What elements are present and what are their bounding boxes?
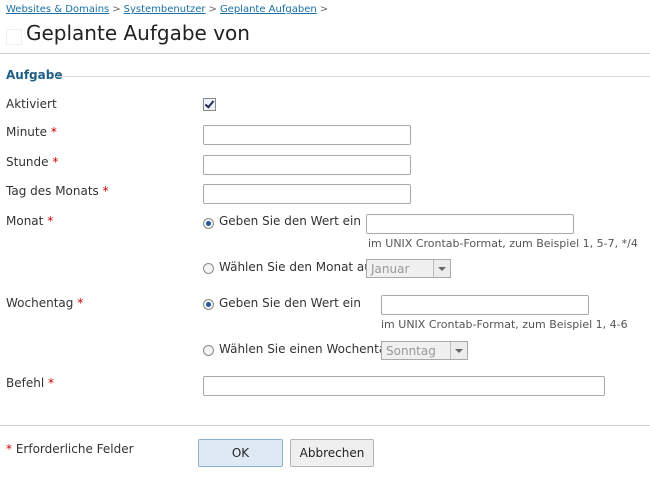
wochentag-hint: im UNIX Crontab-Format, zum Beispiel 1, … xyxy=(381,318,628,331)
required-asterisk: * xyxy=(48,376,54,390)
breadcrumb-separator: > xyxy=(112,4,121,15)
tag-des-monats-input[interactable] xyxy=(203,184,411,204)
aktiviert-label: Aktiviert xyxy=(6,97,57,111)
required-fields-note: * Erforderliche Felder xyxy=(6,442,134,456)
breadcrumb-link-systembenutzer[interactable]: Systembenutzer xyxy=(124,4,206,15)
divider xyxy=(0,53,650,54)
required-asterisk: * xyxy=(102,184,109,198)
chevron-down-icon xyxy=(450,342,467,359)
breadcrumb-link-websites-domains[interactable]: Websites & Domains xyxy=(6,4,109,15)
breadcrumb-link-geplante-aufgaben[interactable]: Geplante Aufgaben xyxy=(220,4,317,15)
wochentag-select-value: Sonntag xyxy=(386,344,436,358)
aktiviert-checkbox[interactable] xyxy=(203,98,216,111)
monat-select-value: Januar xyxy=(371,262,410,276)
required-asterisk: * xyxy=(50,125,57,139)
befehl-label: Befehl * xyxy=(6,376,54,390)
monat-select[interactable]: Januar xyxy=(366,259,451,278)
required-asterisk: * xyxy=(52,155,59,169)
page-icon xyxy=(6,29,22,45)
tag-des-monats-label: Tag des Monats * xyxy=(6,184,109,198)
monat-value-option-label[interactable]: Geben Sie den Wert ein xyxy=(219,214,361,228)
section-title: Aufgabe xyxy=(6,68,63,82)
monat-value-radio[interactable] xyxy=(203,218,214,229)
chevron-down-icon xyxy=(433,260,450,277)
required-asterisk: * xyxy=(77,296,84,310)
wochentag-label: Wochentag * xyxy=(6,296,84,310)
wochentag-value-option-label[interactable]: Geben Sie den Wert ein xyxy=(219,296,361,310)
befehl-input[interactable] xyxy=(203,376,605,396)
page-title: Geplante Aufgabe von xyxy=(26,21,250,45)
stunde-input[interactable] xyxy=(203,155,411,175)
breadcrumb-separator: > xyxy=(319,4,329,15)
wochentag-select-radio[interactable] xyxy=(203,345,214,356)
required-asterisk: * xyxy=(47,214,54,228)
wochentag-value-radio[interactable] xyxy=(203,299,214,310)
cancel-button[interactable]: Abbrechen xyxy=(290,439,374,467)
divider xyxy=(0,425,650,426)
minute-input[interactable] xyxy=(203,125,411,145)
wochentag-value-input[interactable] xyxy=(381,295,589,315)
monat-hint: im UNIX Crontab-Format, zum Beispiel 1, … xyxy=(368,237,638,250)
wochentag-select[interactable]: Sonntag xyxy=(381,341,468,360)
required-asterisk: * xyxy=(6,442,12,456)
monat-select-radio[interactable] xyxy=(203,263,214,274)
monat-label: Monat * xyxy=(6,214,54,228)
monat-value-input[interactable] xyxy=(366,214,574,234)
breadcrumb: Websites & Domains > Systembenutzer > Geplan… xyxy=(6,4,331,15)
minute-label: Minute * xyxy=(6,125,57,139)
breadcrumb-separator: > xyxy=(208,4,217,15)
ok-button[interactable]: OK xyxy=(198,439,283,467)
stunde-label: Stunde * xyxy=(6,155,59,169)
section-divider xyxy=(56,76,650,77)
monat-select-option-label[interactable]: Wählen Sie den Monat aus xyxy=(219,260,378,274)
